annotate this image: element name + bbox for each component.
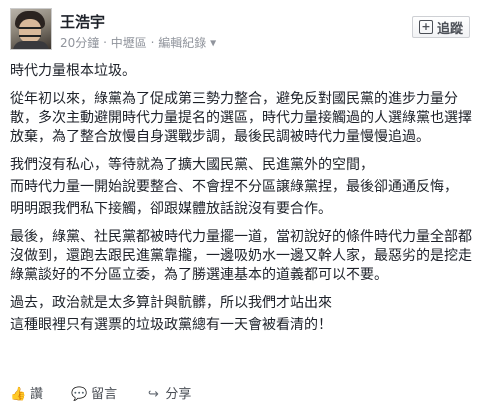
share-button[interactable]: ↪ 分享 xyxy=(145,387,191,402)
post-paragraph: 而時代力量一開始說要整合、不會捏不分區譲綠黨捏，最後卻通通反悔， xyxy=(10,179,458,195)
post-paragraph: 從年初以來，綠黨為了促成第三勢力整合，避免反對國民黨的進步力量分散，多次主動避開… xyxy=(10,91,472,145)
post-paragraph: 過去，政治就是太多算計與骯髒，所以我們才站出來 xyxy=(10,295,332,311)
like-label: 讚 xyxy=(30,387,44,402)
author-avatar[interactable] xyxy=(10,8,52,50)
follow-label: 追蹤 xyxy=(436,21,463,37)
post-paragraph: 我們沒有私心，等待就為了擴大國民黨、民進黨外的空間， xyxy=(10,157,374,173)
share-icon: ↪ xyxy=(147,387,159,402)
post-header: 王浩宇 20分鐘 · 中壢區 · 編輯紀錄 ▾ + 追蹤 xyxy=(10,8,478,62)
post-card: 王浩宇 20分鐘 · 中壢區 · 編輯紀錄 ▾ + 追蹤 時代力量根本垃圾。 從… xyxy=(0,0,488,408)
separator-dot: · xyxy=(103,35,111,50)
post-body: 時代力量根本垃圾。 從年初以來，綠黨為了促成第三勢力整合，避免反對國民黨的進步力… xyxy=(10,62,478,335)
post-location[interactable]: 中壢區 xyxy=(111,36,147,50)
post-paragraph: 時代力量根本垃圾。 xyxy=(10,63,136,79)
thumbs-up-icon: 👍 xyxy=(10,387,27,402)
post-paragraph: 最後，綠黨、社民黨都被時代力量擺一道，當初說好的條件時代力量全部都沒做到，還跑去… xyxy=(10,229,472,283)
post-time[interactable]: 20分鐘 xyxy=(60,36,99,50)
post-paragraph: 這種眼裡只有選票的垃圾政黨總有一天會被看清的！ xyxy=(10,317,332,333)
comment-label: 留言 xyxy=(91,387,118,402)
follow-plus-icon: + xyxy=(418,20,433,34)
post-paragraph: 明明跟我們私下接觸，卻跟媒體放話說沒有要合作。 xyxy=(10,201,332,217)
like-button[interactable]: 👍 讚 xyxy=(10,387,47,402)
author-name[interactable]: 王浩宇 xyxy=(60,11,105,32)
share-label: 分享 xyxy=(165,387,192,402)
dropdown-chevron-icon[interactable]: ▾ xyxy=(210,36,216,50)
post-edit-history[interactable]: 編輯紀錄 xyxy=(158,36,206,50)
follow-button[interactable]: + 追蹤 xyxy=(412,16,470,38)
comment-button[interactable]: 💬 留言 xyxy=(71,387,121,402)
comment-icon: 💬 xyxy=(71,387,88,402)
post-meta: 20分鐘 · 中壢區 · 編輯紀錄 ▾ xyxy=(60,34,216,51)
post-actions: 👍 讚 💬 留言 ↪ 分享 xyxy=(10,383,215,402)
